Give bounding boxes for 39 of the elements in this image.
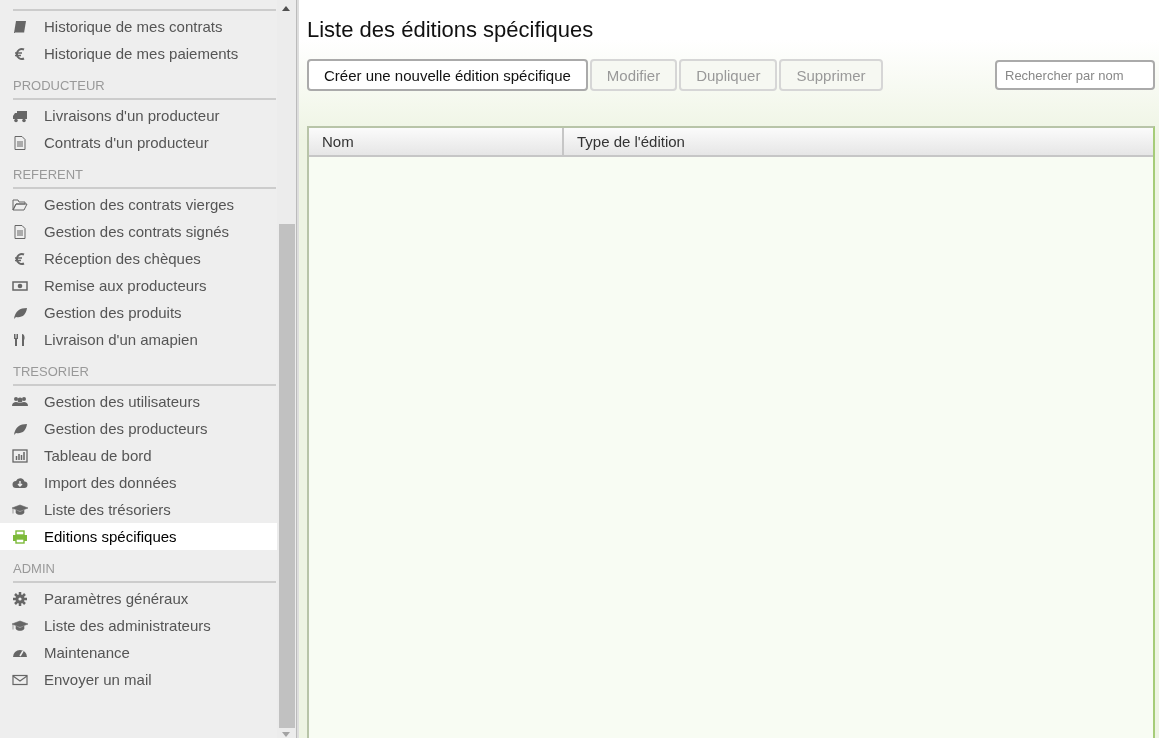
- sidebar-item[interactable]: Maintenance: [0, 639, 277, 666]
- file-icon: [12, 134, 28, 151]
- sidebar-item[interactable]: Contrats d'un producteur: [0, 129, 277, 156]
- file-icon: [12, 223, 28, 240]
- sidebar-item[interactable]: Paramètres généraux: [0, 585, 277, 612]
- sidebar-item[interactable]: Gestion des produits: [0, 299, 277, 326]
- sidebar-item[interactable]: Gestion des producteurs: [0, 415, 277, 442]
- scrollbar[interactable]: [277, 0, 297, 738]
- search-field[interactable]: Rechercher par nom: [995, 60, 1155, 90]
- sidebar-item[interactable]: Gestion des contrats signés: [0, 218, 277, 245]
- section-heading: PRODUCTEUR: [12, 77, 106, 95]
- sidebar-item[interactable]: Livraison d'un amapien: [0, 326, 277, 353]
- sidebar-item[interactable]: Liste des trésoriers: [0, 496, 277, 523]
- column-header[interactable]: Nom: [309, 128, 564, 155]
- sidebar-item[interactable]: Envoyer un mail: [0, 666, 277, 693]
- page-title: Liste des éditions spécifiques: [307, 17, 594, 43]
- section-heading: REFERENT: [12, 166, 85, 184]
- sidebar-item[interactable]: Remise aux producteurs: [0, 272, 277, 299]
- column-header[interactable]: Type de l'édition: [564, 128, 685, 155]
- sidebar-item[interactable]: Import des données: [0, 469, 277, 496]
- sidebar-item[interactable]: Gestion des contrats vierges: [0, 191, 277, 218]
- sidebar-item[interactable]: Historique de mes contrats: [0, 13, 277, 40]
- sidebar-item[interactable]: Historique de mes paiements: [0, 40, 277, 67]
- toolbar-button[interactable]: Créer une nouvelle édition spécifique: [307, 59, 588, 91]
- section-heading: TRESORIER: [12, 363, 90, 381]
- graduation-cap-icon: [12, 617, 28, 634]
- sidebar-item[interactable]: Réception des chèques: [0, 245, 277, 272]
- section-heading: ADMIN: [12, 560, 56, 578]
- sidebar-item[interactable]: Tableau de bord: [0, 442, 277, 469]
- folder-icon: [12, 196, 28, 213]
- sidebar-item[interactable]: Gestion des utilisateurs: [0, 388, 277, 415]
- bar-chart-icon: [12, 447, 28, 464]
- cutlery-icon: [12, 331, 28, 348]
- gear-icon: [12, 590, 28, 607]
- sidebar-item[interactable]: Editions spécifiques: [0, 523, 277, 550]
- sidebar-item[interactable]: Liste des administrateurs: [0, 612, 277, 639]
- graduation-cap-icon: [12, 501, 28, 518]
- printer-icon: [12, 528, 28, 545]
- sidebar-item[interactable]: Livraisons d'un producteur: [0, 102, 277, 129]
